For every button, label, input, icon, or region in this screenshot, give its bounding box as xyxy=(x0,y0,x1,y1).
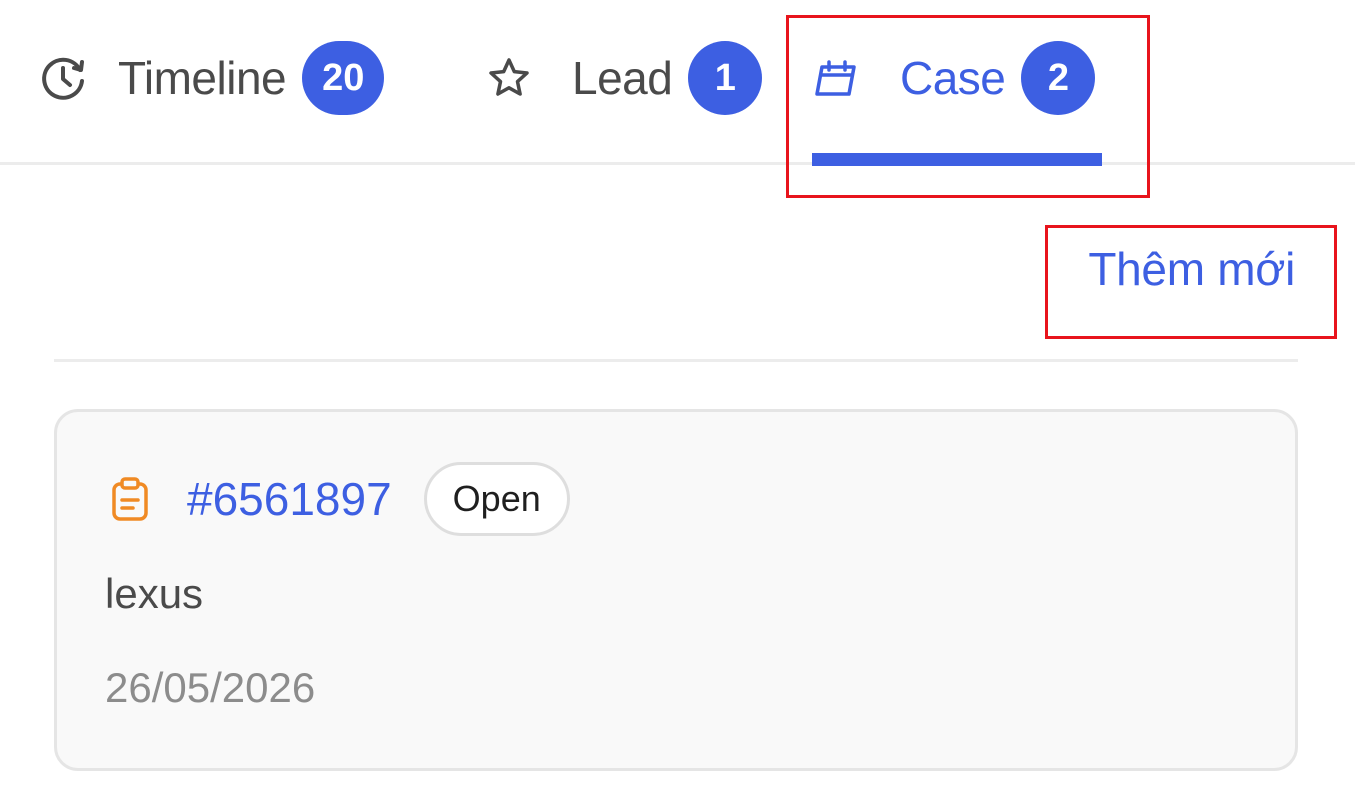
tab-label: Lead xyxy=(572,52,673,104)
count-badge: 20 xyxy=(302,41,385,115)
tab-lead[interactable]: Lead 1 xyxy=(484,38,763,118)
case-card-header: #6561897 Open xyxy=(105,462,570,536)
count-badge: 2 xyxy=(1021,41,1096,115)
clock-history-icon xyxy=(38,53,88,103)
tab-bar: Timeline 20 Lead 1 Case 2 xyxy=(0,0,1355,165)
count-badge: 1 xyxy=(688,41,763,115)
tab-timeline[interactable]: Timeline 20 xyxy=(38,38,385,118)
tab-label: Case xyxy=(900,52,1006,104)
case-date: 26/05/2026 xyxy=(105,664,316,711)
star-icon xyxy=(484,53,534,103)
add-new-link[interactable]: Thêm mới xyxy=(1088,242,1295,296)
active-tab-indicator xyxy=(812,153,1102,166)
tab-case[interactable]: Case 2 xyxy=(812,38,1096,118)
divider xyxy=(54,359,1298,362)
case-id-link[interactable]: #6561897 xyxy=(187,472,392,526)
tab-label: Timeline xyxy=(118,52,287,104)
clipboard-icon xyxy=(105,474,155,524)
status-badge: Open xyxy=(423,462,570,536)
case-card[interactable]: #6561897 Open lexus 26/05/2026 xyxy=(54,409,1298,771)
calendar-icon xyxy=(812,53,862,103)
case-name: lexus xyxy=(105,570,204,617)
